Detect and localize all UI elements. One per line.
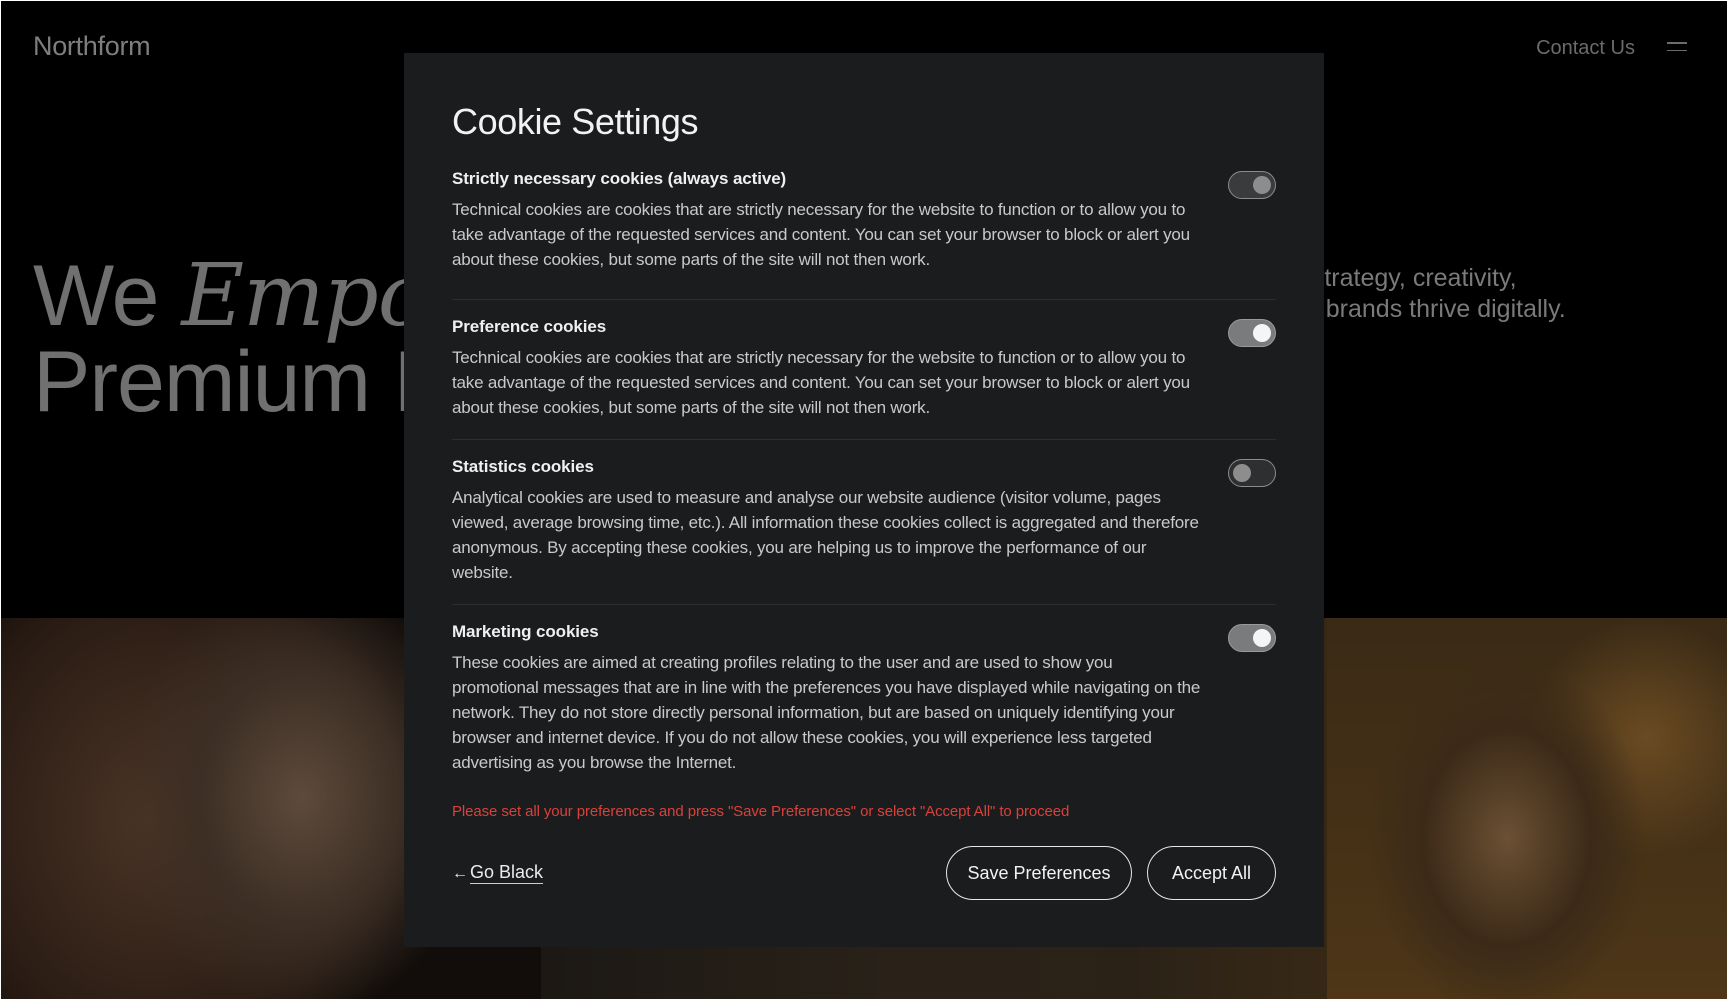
go-back-link[interactable]: ← Go Black — [452, 862, 544, 884]
toggle-knob — [1253, 176, 1271, 194]
section-title: Statistics cookies — [452, 457, 594, 476]
toggle-knob — [1253, 629, 1271, 647]
section-title: Strictly necessary cookies (always activ… — [452, 169, 787, 188]
cookie-section-statistics: Statistics cookies Analytical cookies ar… — [452, 440, 1276, 605]
go-back-label: Go Black — [470, 862, 544, 884]
toggle-necessary[interactable] — [1228, 171, 1276, 199]
contact-us-link[interactable]: Contact Us — [1536, 37, 1635, 60]
hero-subtitle-line1: h strategy, creativity, — [1291, 264, 1517, 292]
section-title: Preference cookies — [452, 317, 607, 336]
hero-title: We Empo Premium I — [33, 253, 430, 430]
model-photo — [1327, 618, 1727, 999]
hero-title-italic: Empo — [181, 246, 429, 346]
toggle-marketing[interactable] — [1228, 624, 1276, 652]
hero-subtitle-line2: ng brands thrive digitally. — [1291, 295, 1566, 323]
toggle-preference[interactable] — [1228, 319, 1276, 347]
arrow-left-icon: ← — [452, 865, 468, 882]
section-description: Technical cookies are cookies that are s… — [452, 200, 1190, 269]
preferences-notice: Please set all your preferences and pres… — [452, 803, 1070, 820]
accept-all-button[interactable]: Accept All — [1147, 846, 1276, 900]
section-description: Analytical cookies are used to measure a… — [452, 488, 1199, 582]
toggle-knob — [1253, 324, 1271, 342]
cookie-section-marketing: Marketing cookies These cookies are aime… — [452, 605, 1276, 775]
cookie-section-preference: Preference cookies Technical cookies are… — [452, 300, 1276, 440]
cookie-settings-modal: Cookie Settings Strictly necessary cooki… — [404, 53, 1324, 947]
modal-title: Cookie Settings — [452, 101, 699, 142]
section-description: These cookies are aimed at creating prof… — [452, 653, 1201, 772]
cookie-section-necessary: Strictly necessary cookies (always activ… — [452, 159, 1276, 300]
brand-logo[interactable]: Northform — [33, 31, 151, 62]
toggle-statistics[interactable] — [1228, 459, 1276, 487]
menu-icon[interactable] — [1667, 42, 1687, 52]
hero-title-line2: Premium I — [33, 334, 417, 430]
hero-title-plain: We — [33, 248, 182, 344]
hero-subtitle: h strategy, creativity, ng brands thrive… — [1291, 263, 1711, 325]
modal-footer: ← Go Black Save Preferences Accept All — [452, 846, 1276, 900]
save-preferences-button[interactable]: Save Preferences — [946, 846, 1132, 900]
toggle-knob — [1233, 464, 1251, 482]
section-description: Technical cookies are cookies that are s… — [452, 348, 1190, 417]
section-title: Marketing cookies — [452, 622, 599, 641]
